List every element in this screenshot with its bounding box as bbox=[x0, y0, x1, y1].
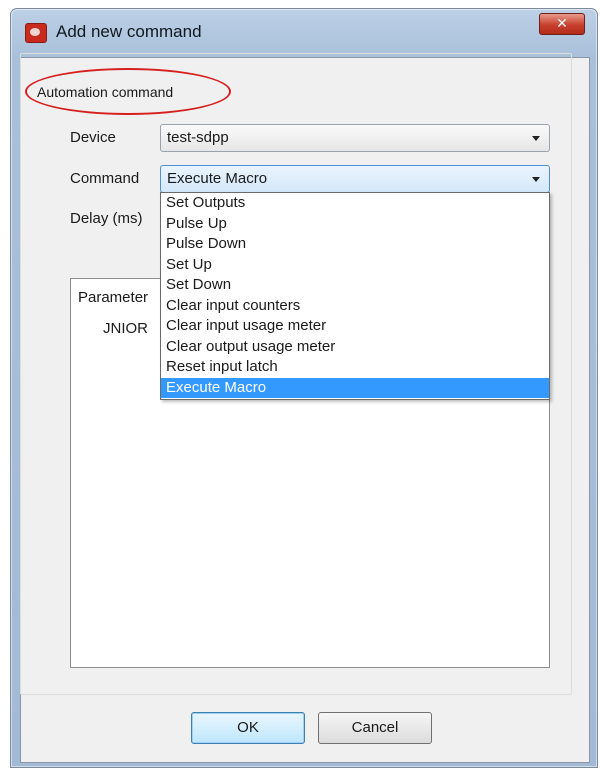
dropdown-option[interactable]: Pulse Down bbox=[161, 234, 549, 255]
dropdown-option[interactable]: Clear input counters bbox=[161, 296, 549, 317]
parameters-header: Parameter bbox=[78, 289, 149, 306]
delay-label: Delay (ms) bbox=[70, 210, 143, 227]
dropdown-option[interactable]: Reset input latch bbox=[161, 357, 549, 378]
dropdown-option[interactable]: Clear input usage meter bbox=[161, 316, 549, 337]
parameters-device-text: JNIOR bbox=[103, 320, 148, 337]
command-select[interactable]: Execute Macro bbox=[160, 165, 550, 193]
app-icon bbox=[25, 23, 47, 43]
chevron-down-icon bbox=[532, 136, 540, 141]
dropdown-option[interactable]: Pulse Up bbox=[161, 214, 549, 235]
annotation-circle bbox=[25, 68, 231, 115]
window-title: Add new command bbox=[56, 22, 202, 41]
dropdown-option-selected[interactable]: Execute Macro bbox=[161, 377, 549, 398]
dropdown-option[interactable]: Set Outputs bbox=[161, 193, 549, 214]
device-select[interactable]: test-sdpp bbox=[160, 124, 550, 152]
dropdown-option[interactable]: Set Up bbox=[161, 255, 549, 276]
close-button[interactable]: ✕ bbox=[539, 13, 585, 35]
command-select-value: Execute Macro bbox=[167, 170, 268, 187]
device-select-value: test-sdpp bbox=[167, 129, 229, 146]
dropdown-option[interactable]: Set Down bbox=[161, 275, 549, 296]
command-label: Command bbox=[70, 170, 140, 187]
ok-button[interactable]: OK bbox=[191, 712, 305, 744]
chevron-down-icon bbox=[532, 177, 540, 182]
cancel-button[interactable]: Cancel bbox=[318, 712, 432, 744]
device-label: Device bbox=[70, 129, 116, 146]
title-bar[interactable]: Add new command ✕ bbox=[11, 9, 597, 57]
command-dropdown-list[interactable]: Set Outputs Pulse Up Pulse Down Set Up S… bbox=[160, 192, 550, 400]
dropdown-option[interactable]: Clear output usage meter bbox=[161, 337, 549, 358]
